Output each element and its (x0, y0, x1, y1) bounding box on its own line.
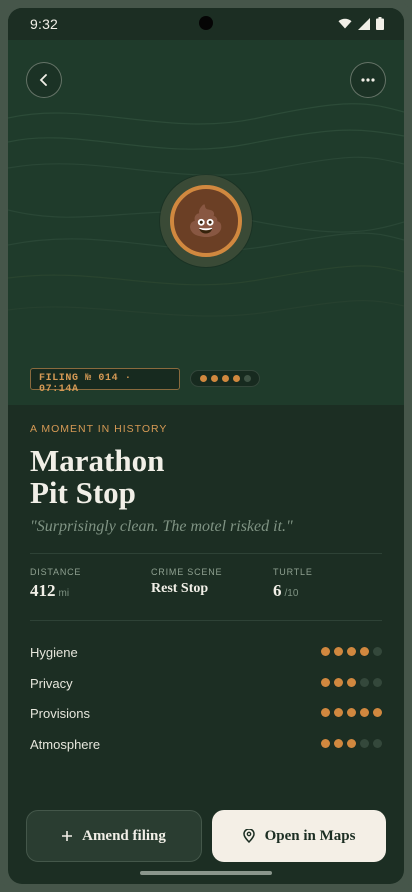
divider-bottom (30, 620, 382, 621)
rating-dots (321, 678, 382, 687)
rating-dot-empty (373, 647, 382, 656)
rating-dot-filled (347, 739, 356, 748)
stat-turtle: TURTLE 6/10 (273, 567, 313, 601)
pager-dot-active (210, 375, 218, 382)
rating-dot-empty (360, 739, 369, 748)
maps-label: Open in Maps (264, 827, 356, 844)
rating-dot-filled (334, 678, 343, 687)
rating-label: Atmosphere (30, 737, 101, 752)
rating-dots (321, 647, 382, 656)
distance-value: 412 (30, 581, 56, 600)
status-time: 9:32 (30, 16, 59, 32)
rating-dot-filled (334, 647, 343, 656)
home-indicator[interactable] (140, 871, 272, 875)
rating-label: Hygiene (30, 645, 78, 660)
stat-label: CRIME SCENE (151, 567, 223, 577)
rating-row: Privacy (30, 673, 382, 693)
amend-label: Amend filing (82, 827, 166, 844)
pager-dot-active (232, 375, 240, 382)
device-frame: 9:32 💩 FILING № 014 · 07:14A A MOMENT IN… (0, 0, 412, 892)
distance-unit: mi (58, 588, 70, 599)
map-pin-icon (242, 829, 255, 843)
filing-tag: FILING № 014 · 07:14A (30, 368, 180, 395)
rating-row: Hygiene (30, 642, 382, 662)
stat-label: DISTANCE (30, 567, 82, 577)
entry-emblem: 💩 (160, 175, 252, 267)
rating-dot-empty (373, 678, 382, 687)
rating-dot-filled (360, 708, 369, 717)
more-options-button[interactable] (350, 62, 386, 98)
rating-dot-empty (360, 678, 369, 687)
rating-dot-filled (321, 739, 330, 748)
rating-dots (321, 739, 382, 748)
title-line-1: Marathon (30, 443, 165, 478)
more-horizontal-icon (361, 78, 375, 82)
rating-row: Atmosphere (30, 734, 382, 754)
camera-cutout (199, 16, 213, 30)
entry-quote: "Surprisingly clean. The motel risked it… (30, 518, 293, 535)
pager-dot-active (199, 375, 207, 382)
crime-scene-value: Rest Stop (151, 581, 209, 596)
poop-icon: 💩 (170, 185, 242, 257)
chevron-left-icon (39, 74, 47, 86)
rating-dot-filled (373, 708, 382, 717)
rating-dot-filled (360, 647, 369, 656)
status-bar: 9:32 (8, 8, 404, 40)
stat-crime-scene: CRIME SCENE Rest Stop (151, 567, 222, 597)
amend-filing-button[interactable]: Amend filing (26, 810, 202, 862)
rating-dot-filled (347, 708, 356, 717)
open-in-maps-button[interactable]: Open in Maps (212, 810, 386, 862)
entry-title: Marathon Pit Stop (30, 445, 164, 509)
photo-pager[interactable] (190, 370, 260, 387)
screen: 9:32 💩 FILING № 014 · 07:14A A MOMENT IN… (8, 8, 404, 884)
back-button[interactable] (26, 62, 62, 98)
stat-value: 412 mi (30, 581, 81, 601)
rating-dot-filled (347, 647, 356, 656)
divider-top (30, 553, 382, 554)
rating-dot-filled (334, 739, 343, 748)
hero-banner: 💩 FILING № 014 · 07:14A (8, 40, 404, 405)
rating-label: Provisions (30, 706, 90, 721)
wifi-icon (338, 18, 352, 29)
pager-dot-inactive (243, 375, 251, 382)
stat-distance: DISTANCE 412 mi (30, 567, 81, 601)
rating-dot-filled (321, 678, 330, 687)
signal-icon (358, 17, 370, 30)
pager-dot-active (221, 375, 229, 382)
rating-dot-filled (334, 708, 343, 717)
rating-label: Privacy (30, 676, 73, 691)
turtle-unit: /10 (284, 588, 299, 599)
rating-row: Provisions (30, 703, 382, 723)
rating-dot-filled (347, 678, 356, 687)
rating-dot-filled (321, 708, 330, 717)
status-icons (338, 17, 384, 30)
title-line-2: Pit Stop (30, 475, 136, 510)
rating-dot-filled (321, 647, 330, 656)
rating-dots (321, 708, 382, 717)
stat-label: TURTLE (273, 567, 313, 577)
plus-icon (62, 831, 73, 841)
stat-value: 6/10 (273, 581, 313, 601)
turtle-value: 6 (273, 581, 282, 600)
battery-icon (376, 17, 384, 30)
eyebrow-label: A MOMENT IN HISTORY (30, 423, 168, 435)
rating-dot-empty (373, 739, 382, 748)
